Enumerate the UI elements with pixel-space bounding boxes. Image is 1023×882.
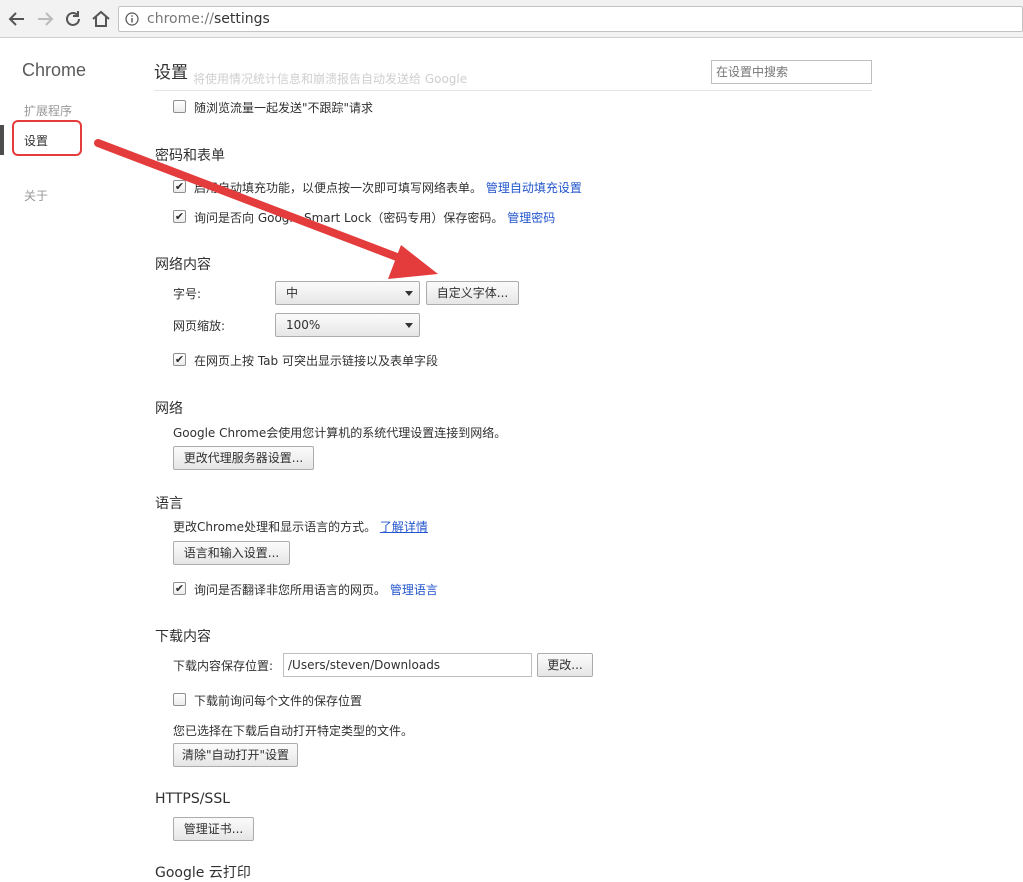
url-scheme: chrome:// — [147, 11, 214, 27]
header-divider — [154, 90, 872, 91]
annotation-arrow — [94, 139, 438, 279]
reload-icon[interactable] — [62, 8, 84, 30]
section-title-web-content: 网络内容 — [155, 257, 211, 273]
download-location-label: 下载内容保存位置: — [173, 659, 274, 673]
ask-save-location-checkbox[interactable] — [173, 693, 186, 706]
translate-label: 询问是否翻译非您所用语言的网页。 — [194, 583, 387, 597]
learn-more-link[interactable]: 了解详情 — [380, 520, 428, 534]
manage-passwords-link[interactable]: 管理密码 — [507, 211, 555, 225]
change-download-location-button[interactable]: 更改... — [537, 653, 593, 677]
sidebar-item-extensions[interactable]: 扩展程序 — [24, 102, 72, 119]
download-location-field[interactable]: /Users/steven/Downloads — [283, 653, 532, 677]
translate-row: 询问是否翻译非您所用语言的网页。 管理语言 — [194, 581, 438, 598]
address-bar[interactable]: chrome://settings — [118, 6, 1023, 32]
manage-certificates-button[interactable]: 管理证书... — [173, 817, 254, 841]
section-title-passwords: 密码和表单 — [155, 148, 225, 164]
dropdown-arrow-icon — [405, 323, 413, 328]
smartlock-row: 询问是否向 Google Smart Lock（密码专用）保存密码。 管理密码 — [194, 209, 555, 226]
sidebar-item-about[interactable]: 关于 — [24, 187, 48, 204]
smartlock-checkbox[interactable]: ✔ — [173, 210, 186, 223]
forward-arrow-icon[interactable] — [34, 8, 56, 30]
dnt-label: 随浏览流量一起发送"不跟踪"请求 — [194, 101, 374, 115]
section-title-network: 网络 — [155, 401, 183, 417]
customize-fonts-button[interactable]: 自定义字体... — [426, 281, 519, 305]
sidebar-active-indicator — [0, 125, 4, 155]
tab-highlight-label: 在网页上按 Tab 可突出显示链接以及表单字段 — [194, 354, 438, 368]
settings-search-input[interactable] — [711, 60, 872, 84]
annotation-highlight-box — [12, 120, 82, 156]
sidebar: Chrome 扩展程序 设置 关于 — [0, 38, 140, 872]
languages-description: 更改Chrome处理和显示语言的方式。 — [173, 520, 377, 534]
dropdown-arrow-icon — [405, 291, 413, 296]
url-text: chrome://settings — [147, 11, 270, 27]
sidebar-brand: Chrome — [22, 60, 87, 80]
page-zoom-value: 100% — [286, 318, 321, 332]
section-title-downloads: 下载内容 — [155, 629, 211, 645]
scrolled-ghost-text: 将使用情况统计信息和崩溃报告自动发送给 Google — [193, 72, 468, 86]
network-description: Google Chrome会使用您计算机的系统代理设置连接到网络。 — [173, 426, 507, 440]
manage-languages-link[interactable]: 管理语言 — [390, 583, 438, 597]
clear-auto-open-button[interactable]: 清除"自动打开"设置 — [173, 743, 298, 767]
manage-autofill-link[interactable]: 管理自动填充设置 — [486, 181, 582, 195]
autofill-label: 启用自动填充功能，以便点按一次即可填写网络表单。 — [194, 181, 483, 195]
browser-toolbar: chrome://settings — [0, 0, 1023, 38]
home-icon[interactable] — [90, 8, 112, 30]
languages-row: 更改Chrome处理和显示语言的方式。 了解详情 — [173, 518, 428, 535]
page-title: 设置 — [154, 63, 188, 83]
translate-checkbox[interactable]: ✔ — [173, 582, 186, 595]
info-icon[interactable] — [125, 12, 139, 26]
url-path: settings — [214, 11, 270, 27]
ask-save-location-label: 下载前询问每个文件的保存位置 — [194, 694, 363, 708]
font-size-select[interactable]: 中 — [275, 281, 420, 305]
change-proxy-button[interactable]: 更改代理服务器设置... — [173, 446, 314, 470]
autofill-row: 启用自动填充功能，以便点按一次即可填写网络表单。 管理自动填充设置 — [194, 179, 582, 196]
font-size-label: 字号: — [173, 287, 202, 301]
auto-open-description: 您已选择在下载后自动打开特定类型的文件。 — [173, 724, 414, 738]
page-zoom-select[interactable]: 100% — [275, 313, 420, 337]
section-title-cloud-print: Google 云打印 — [155, 865, 251, 881]
dnt-checkbox[interactable] — [173, 100, 186, 113]
font-size-value: 中 — [286, 286, 299, 300]
back-arrow-icon[interactable] — [6, 8, 28, 30]
section-title-languages: 语言 — [155, 496, 183, 512]
language-input-settings-button[interactable]: 语言和输入设置... — [173, 541, 290, 565]
smartlock-label: 询问是否向 Google Smart Lock（密码专用）保存密码。 — [194, 211, 504, 225]
tab-highlight-checkbox[interactable]: ✔ — [173, 353, 186, 366]
page-zoom-label: 网页缩放: — [173, 319, 226, 333]
section-title-https: HTTPS/SSL — [155, 791, 231, 807]
autofill-checkbox[interactable]: ✔ — [173, 180, 186, 193]
